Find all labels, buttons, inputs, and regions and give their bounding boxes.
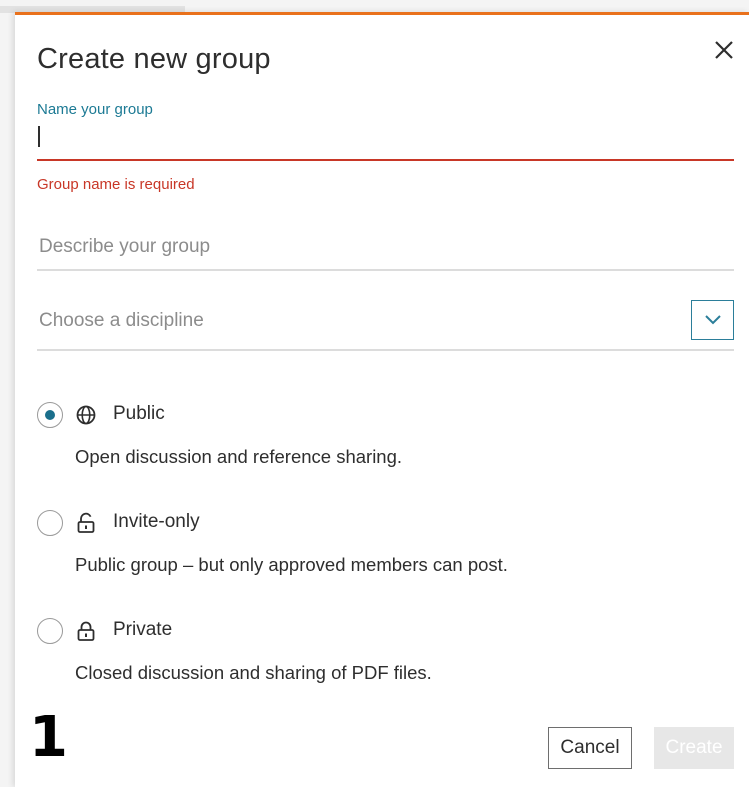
- lock-icon: [77, 621, 95, 641]
- public-description: Open discussion and reference sharing.: [75, 446, 403, 467]
- discipline-dropdown-button[interactable]: [691, 300, 734, 340]
- invite-only-description: Public group – but only approved members…: [75, 554, 508, 575]
- public-label: Public: [113, 403, 165, 424]
- invite-only-label: Invite-only: [113, 511, 200, 532]
- group-name-label: Name your group: [37, 101, 153, 118]
- step-number: 1: [29, 705, 68, 770]
- discipline-select[interactable]: Choose a discipline: [37, 298, 734, 351]
- unlock-icon: [77, 512, 95, 533]
- privacy-option-invite-only[interactable]: Invite-only Public group – but only appr…: [37, 510, 734, 600]
- radio-private[interactable]: [37, 618, 63, 644]
- discipline-placeholder: Choose a discipline: [39, 310, 204, 331]
- group-description-input[interactable]: [37, 225, 734, 271]
- create-group-dialog: Create new group Name your group Group n…: [15, 12, 749, 787]
- private-description: Closed discussion and sharing of PDF fil…: [75, 662, 432, 683]
- radio-invite-only[interactable]: [37, 510, 63, 536]
- chevron-down-icon: [704, 315, 721, 325]
- cancel-button[interactable]: Cancel: [548, 727, 632, 769]
- text-cursor: [38, 126, 40, 147]
- private-label: Private: [113, 619, 173, 640]
- group-name-error: Group name is required: [37, 176, 195, 193]
- group-name-input[interactable]: [37, 121, 734, 161]
- globe-icon: [76, 405, 96, 425]
- close-icon: [715, 41, 733, 59]
- dialog-title: Create new group: [37, 43, 271, 75]
- radio-public[interactable]: [37, 402, 63, 428]
- create-button[interactable]: Create: [654, 727, 734, 769]
- privacy-option-private[interactable]: Private Closed discussion and sharing of…: [37, 618, 734, 708]
- close-button[interactable]: [711, 37, 737, 63]
- privacy-option-public[interactable]: Public Open discussion and reference sha…: [37, 402, 734, 492]
